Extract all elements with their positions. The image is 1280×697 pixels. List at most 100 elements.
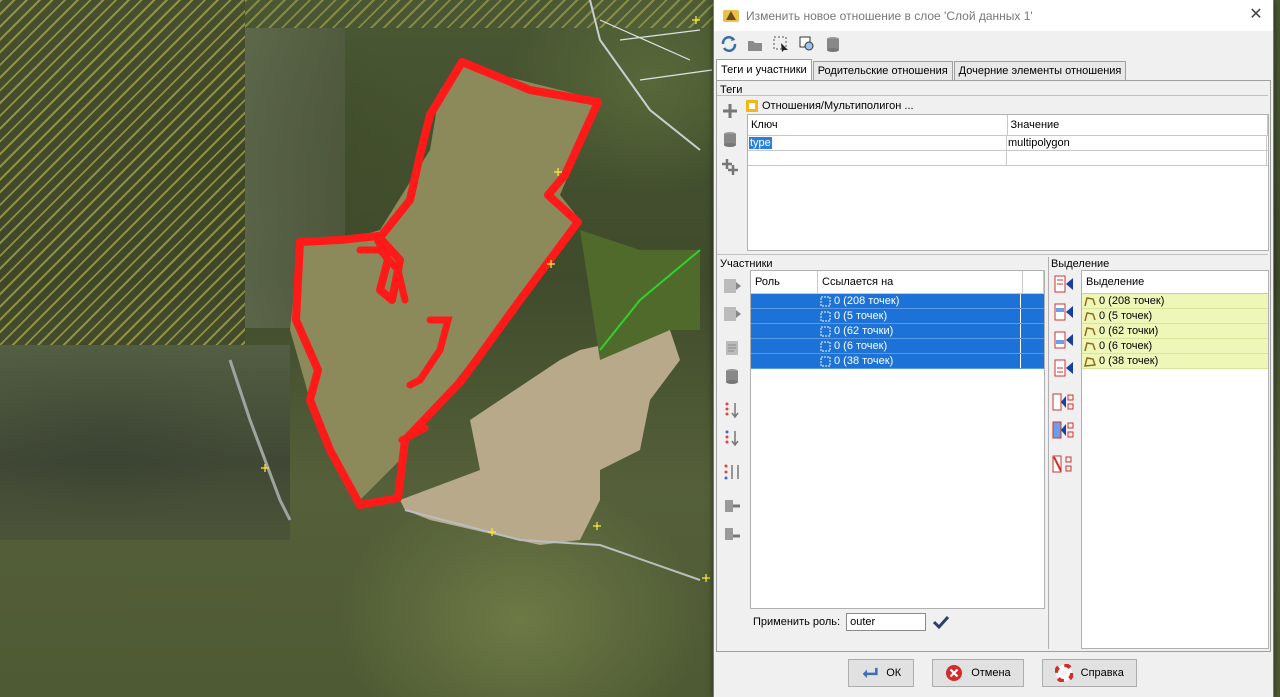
help-button[interactable]: Справка [1041, 659, 1137, 687]
multipolygon-preset-icon [746, 100, 758, 112]
tag-key-cell-empty[interactable] [748, 151, 1007, 165]
selection-row[interactable]: 0 (6 точек) [1082, 339, 1268, 354]
close-icon[interactable]: ✕ [1247, 6, 1265, 24]
tags-area: Отношения/Мультиполигон ... Ключ Значени… [717, 95, 1269, 255]
member-ref-label: 0 (5 точек) [834, 310, 888, 322]
relation-editor-dialog: Изменить новое отношение в слое 'Слой да… [713, 0, 1274, 697]
role-column-header[interactable]: Роль [751, 271, 818, 293]
selection-area: Выделение Выделение 0 (208 точек) 0 (5 т… [1048, 257, 1269, 649]
move-down-member-icon[interactable] [720, 303, 744, 325]
map-overlay [228, 0, 713, 582]
member-link-cell [1020, 294, 1039, 308]
selection-row[interactable]: 0 (5 точек) [1082, 309, 1268, 324]
sort-members-icon[interactable] [720, 399, 744, 421]
tab-parent-relations[interactable]: Родительские отношения [812, 61, 953, 80]
way-icon [1084, 296, 1096, 306]
tag-key-header[interactable]: Ключ [748, 115, 1008, 135]
selection-row-label: 0 (38 точек) [1099, 355, 1159, 367]
member-row[interactable]: 0 (38 точек) [751, 354, 1044, 369]
tab-child-relations[interactable]: Дочерние элементы отношения [953, 61, 1127, 80]
tag-row-empty[interactable] [748, 151, 1268, 166]
add-at-end-icon[interactable] [1052, 357, 1076, 379]
way-icon [1084, 311, 1096, 321]
reverse-members-icon[interactable] [720, 461, 744, 483]
cancel-button[interactable]: Отмена [932, 659, 1024, 687]
multipolygon-way-icon [820, 296, 831, 306]
member-ref-label: 0 (62 точки) [834, 325, 894, 337]
multipolygon-way-icon [820, 311, 831, 321]
member-ref-label: 0 (6 точек) [834, 340, 888, 352]
select-members-icon[interactable] [770, 33, 792, 55]
members-section-label: Участники [720, 258, 773, 270]
tag-value-cell-empty[interactable] [1007, 151, 1267, 165]
multipolygon-way-icon [820, 356, 831, 366]
member-link-cell [1020, 354, 1039, 368]
member-row[interactable]: 0 (62 точки) [751, 324, 1044, 339]
dirt-road [228, 359, 292, 521]
tag-value-cell[interactable]: multipolygon [1007, 136, 1267, 150]
delete-member-icon[interactable] [720, 365, 744, 387]
selection-row[interactable]: 0 (62 точки) [1082, 324, 1268, 339]
village-streets [599, 19, 713, 81]
member-row[interactable]: 0 (208 точек) [751, 294, 1044, 309]
ok-label: ОК [886, 667, 902, 679]
title-bar[interactable]: Изменить новое отношение в слое 'Слой да… [714, 0, 1273, 31]
member-row[interactable]: 0 (5 точек) [751, 309, 1044, 324]
selection-row[interactable]: 0 (38 точек) [1082, 354, 1268, 369]
member-role-cell[interactable] [751, 339, 817, 353]
add-at-start-icon[interactable] [1052, 273, 1076, 295]
multipolygon-way-icon [820, 326, 831, 336]
member-role-cell[interactable] [751, 309, 817, 323]
ok-button[interactable]: ОК [848, 659, 915, 687]
relation-preset-header[interactable]: Отношения/Мультиполигон ... [745, 99, 914, 113]
tab-tags-and-members[interactable]: Теги и участники [716, 59, 812, 80]
member-link-cell [1020, 339, 1039, 353]
cancel-icon [946, 665, 963, 681]
member-ref-label: 0 (38 точек) [834, 355, 894, 367]
selection-list: Выделение 0 (208 точек) 0 (5 точек) 0 (6… [1081, 270, 1269, 649]
tag-row[interactable]: type multipolygon [748, 136, 1268, 151]
add-tag-icon[interactable] [718, 100, 742, 122]
refresh-icon[interactable] [718, 33, 740, 55]
tags-members-panel: Теги Отношения/Мультиполигон ... Ключ Зн… [716, 80, 1271, 652]
apply-role-check-icon[interactable] [932, 614, 950, 630]
member-role-cell[interactable] [751, 294, 817, 308]
apply-role-label: Применить роль: [753, 616, 841, 628]
add-after-selected-icon[interactable] [1052, 329, 1076, 351]
tab-strip: Теги и участники Родительские отношения … [716, 59, 1127, 80]
download-members-icon[interactable] [744, 33, 766, 55]
select-members-in-selection-icon[interactable] [1052, 419, 1076, 441]
green-field [580, 230, 700, 360]
apply-role-row: Применить роль: [753, 613, 950, 631]
move-up-member-icon[interactable] [720, 275, 744, 297]
edit-member-icon[interactable] [720, 337, 744, 359]
member-link-cell [1020, 324, 1039, 338]
selection-section-label: Выделение [1051, 258, 1110, 270]
selection-row-label: 0 (62 точки) [1099, 325, 1159, 337]
selection-row-label: 0 (6 точек) [1099, 340, 1153, 352]
zoom-to-relation-icon[interactable] [796, 33, 818, 55]
delete-relation-icon[interactable] [822, 33, 844, 55]
member-role-cell[interactable] [751, 354, 817, 368]
ref-column-header[interactable]: Ссылается на [818, 271, 1023, 293]
add-before-selected-icon[interactable] [1052, 301, 1076, 323]
relation-preset-label: Отношения/Мультиполигон ... [762, 100, 914, 112]
member-role-cell[interactable] [751, 324, 817, 338]
selection-row[interactable]: 0 (208 точек) [1082, 294, 1268, 309]
tag-value-header[interactable]: Значение [1008, 115, 1268, 135]
role-input[interactable] [846, 613, 927, 631]
member-link-cell [1020, 309, 1039, 323]
select-in-map-icon[interactable] [720, 523, 744, 545]
tag-key-cell[interactable]: type [749, 137, 772, 149]
ok-icon [862, 667, 878, 679]
delete-tag-icon[interactable] [718, 128, 742, 150]
tags-side-toolbar [718, 100, 746, 178]
remove-selected-members-icon[interactable] [1052, 391, 1076, 413]
remove-selection-from-relation-icon[interactable] [1052, 453, 1076, 475]
sort-below-icon[interactable] [720, 427, 744, 449]
paste-tags-icon[interactable] [718, 156, 742, 178]
member-row[interactable]: 0 (6 точек) [751, 339, 1044, 354]
members-table: Роль Ссылается на 0 (208 точек) 0 (5 точ… [750, 270, 1045, 609]
remove-selected-icon[interactable] [720, 495, 744, 517]
members-area: Участники Роль Ссылается на 0 (208 точек… [717, 257, 1047, 649]
